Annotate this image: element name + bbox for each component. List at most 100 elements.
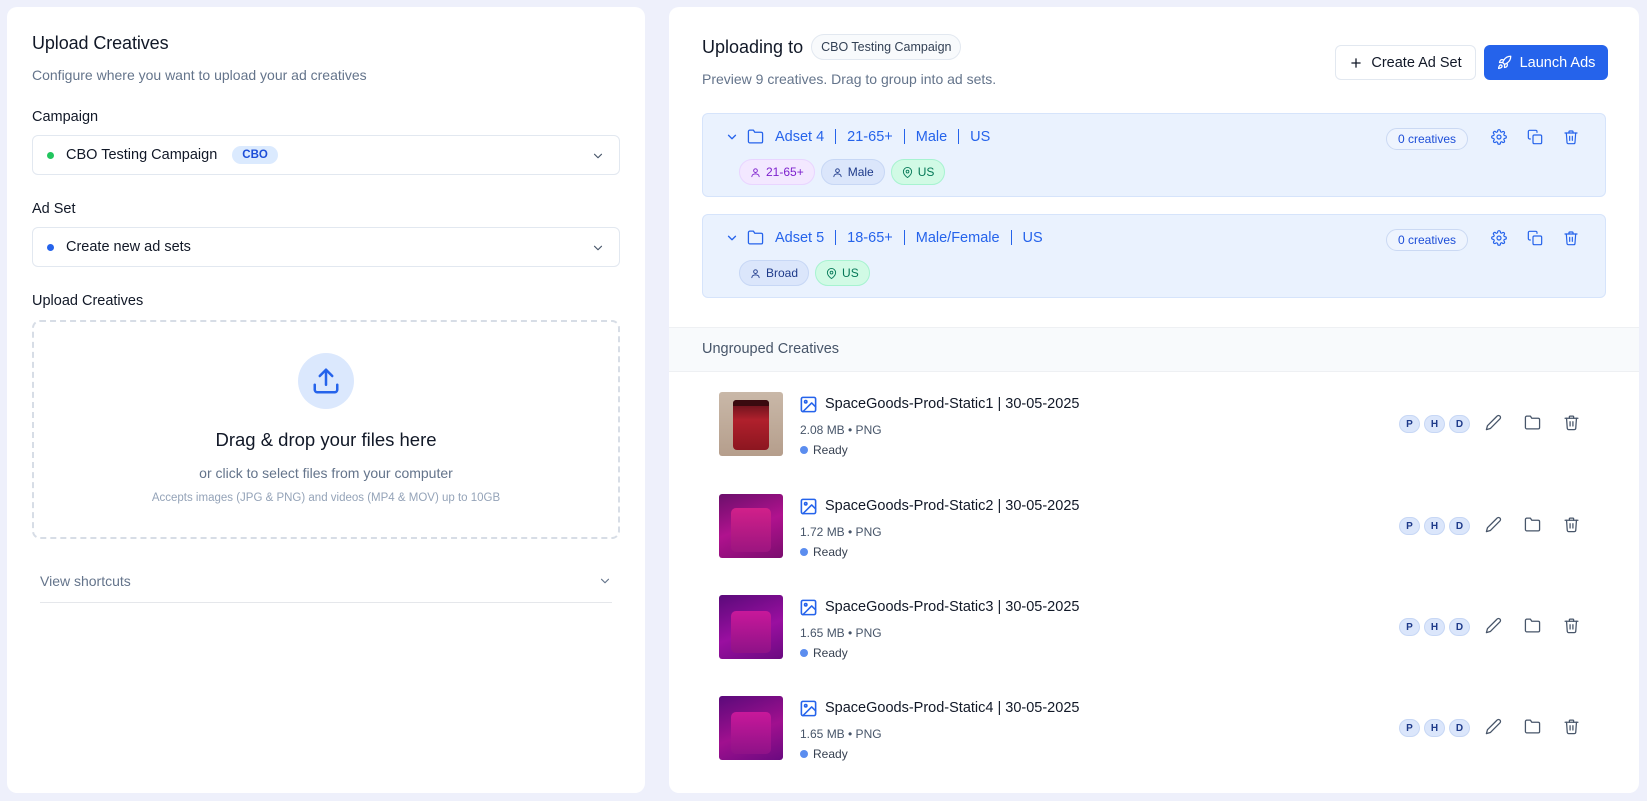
ungrouped-title: Ungrouped Creatives	[702, 341, 840, 357]
adset-geo: US	[970, 128, 991, 145]
gender-tag: Male	[820, 159, 885, 185]
file-dropzone[interactable]: Drag & drop your files here or click to …	[32, 320, 620, 539]
adset-card[interactable]: Adset 5 18-65+ Male/Female US Broad US 0…	[702, 214, 1606, 298]
age-tag: 21-65+	[739, 159, 815, 185]
adset-name: Adset 4	[775, 128, 825, 145]
adset-select[interactable]: Create new ad sets	[32, 227, 620, 267]
placement-badge: H	[1424, 517, 1445, 535]
map-pin-icon	[902, 166, 912, 178]
adset-gender: Male/Female	[915, 229, 1000, 246]
dropzone-note: Accepts images (JPG & PNG) and videos (M…	[151, 492, 501, 504]
preview-subtitle: Preview 9 creatives. Drag to group into …	[702, 71, 997, 87]
trash-icon[interactable]	[1563, 516, 1580, 533]
pencil-icon[interactable]	[1485, 516, 1502, 533]
campaign-select-value: CBO Testing Campaign	[66, 147, 218, 163]
view-shortcuts-label: View shortcuts	[40, 572, 131, 589]
folder-icon[interactable]	[1524, 718, 1541, 735]
trash-icon[interactable]	[1563, 230, 1579, 246]
audience-tag: Broad	[739, 260, 810, 286]
trash-icon[interactable]	[1563, 617, 1580, 634]
copy-icon[interactable]	[1527, 129, 1543, 145]
chevron-down-icon	[600, 578, 610, 583]
trash-icon[interactable]	[1563, 414, 1580, 431]
placement-badges: P H D	[1399, 719, 1470, 737]
gear-icon[interactable]	[1491, 129, 1507, 145]
creative-thumbnail	[719, 595, 783, 659]
pencil-icon[interactable]	[1485, 617, 1502, 634]
adset-age: 18-65+	[847, 229, 893, 246]
creative-item[interactable]: SpaceGoods-Prod-Static1 | 30-05-2025 2.0…	[719, 392, 1579, 458]
campaign-label: Campaign	[32, 109, 99, 125]
location-tag: US	[815, 260, 870, 286]
chevron-down-icon	[593, 245, 603, 251]
trash-icon[interactable]	[1563, 129, 1579, 145]
creative-name: SpaceGoods-Prod-Static3 | 30-05-2025	[825, 599, 1080, 615]
adset-geo: US	[1022, 229, 1043, 246]
preview-header: Uploading to CBO Testing Campaign Previe…	[702, 34, 996, 87]
create-ad-set-label: Create Ad Set	[1371, 54, 1462, 71]
chevron-down-icon[interactable]	[725, 130, 739, 144]
folder-icon	[747, 129, 764, 144]
creative-thumbnail	[719, 696, 783, 760]
gear-icon[interactable]	[1491, 230, 1507, 246]
upload-config-panel: Upload Creatives Configure where you wan…	[7, 7, 645, 793]
user-icon	[751, 268, 760, 278]
placement-badge: P	[1399, 618, 1420, 636]
placement-badge: P	[1399, 719, 1420, 737]
creative-item[interactable]: SpaceGoods-Prod-Static2 | 30-05-2025 1.7…	[719, 494, 1579, 560]
adset-title: Adset 5 18-65+ Male/Female US	[775, 230, 1043, 246]
location-tag: US	[890, 159, 946, 185]
creative-item[interactable]: SpaceGoods-Prod-Static3 | 30-05-2025 1.6…	[719, 595, 1579, 661]
image-icon	[800, 700, 817, 717]
placement-badge: H	[1424, 618, 1445, 636]
placement-badges: P H D	[1399, 517, 1470, 535]
creative-name: SpaceGoods-Prod-Static1 | 30-05-2025	[825, 396, 1080, 412]
creative-item[interactable]: SpaceGoods-Prod-Static4 | 30-05-2025 1.6…	[719, 696, 1579, 762]
upload-label: Upload Creatives	[32, 293, 144, 309]
placement-badge: D	[1449, 618, 1470, 636]
placement-badge: D	[1449, 415, 1470, 433]
adset-name: Adset 5	[775, 229, 825, 246]
campaign-select[interactable]: CBO Testing Campaign CBO	[32, 135, 620, 175]
placement-badge: P	[1399, 517, 1420, 535]
placement-badge: D	[1449, 517, 1470, 535]
view-shortcuts-toggle[interactable]: View shortcuts	[40, 559, 612, 603]
chevron-down-icon	[593, 153, 603, 159]
creative-status: Ready	[800, 443, 848, 457]
create-ad-set-button[interactable]: Create Ad Set	[1335, 45, 1476, 80]
upload-icon	[298, 353, 354, 409]
pencil-icon[interactable]	[1485, 414, 1502, 431]
chevron-down-icon[interactable]	[725, 231, 739, 245]
creative-meta: 1.72 MB • PNG	[800, 525, 882, 539]
trash-icon[interactable]	[1563, 718, 1580, 735]
ungrouped-header: Ungrouped Creatives	[669, 327, 1639, 372]
folder-icon[interactable]	[1524, 617, 1541, 634]
adset-status-dot	[47, 243, 54, 251]
panel-subtitle: Configure where you want to upload your …	[32, 67, 367, 83]
launch-ads-label: Launch Ads	[1519, 54, 1596, 71]
panel-title: Upload Creatives	[32, 33, 169, 53]
creative-status: Ready	[800, 747, 848, 761]
image-icon	[800, 498, 817, 515]
folder-icon[interactable]	[1524, 516, 1541, 533]
image-icon	[800, 396, 817, 413]
launch-ads-button[interactable]: Launch Ads	[1484, 45, 1608, 80]
placement-badge: H	[1424, 415, 1445, 433]
campaign-type-badge: CBO	[232, 146, 278, 164]
creative-thumbnail	[719, 494, 783, 558]
copy-icon[interactable]	[1527, 230, 1543, 246]
placement-badges: P H D	[1399, 415, 1470, 433]
adset-title: Adset 4 21-65+ Male US	[775, 129, 990, 145]
folder-icon[interactable]	[1524, 414, 1541, 431]
upload-preview-panel: Uploading to CBO Testing Campaign Previe…	[669, 7, 1639, 793]
dropzone-subtitle: or click to select files from your compu…	[199, 465, 453, 481]
pencil-icon[interactable]	[1485, 718, 1502, 735]
creative-status: Ready	[800, 646, 848, 660]
rocket-icon	[1497, 55, 1511, 70]
adset-card[interactable]: Adset 4 21-65+ Male US 21-65+ Male US 0 …	[702, 113, 1606, 197]
campaign-chip: CBO Testing Campaign	[811, 34, 962, 60]
creative-count-badge: 0 creatives	[1386, 128, 1469, 150]
campaign-status-dot	[47, 151, 54, 159]
user-icon	[751, 167, 760, 177]
creative-meta: 1.65 MB • PNG	[800, 727, 882, 741]
